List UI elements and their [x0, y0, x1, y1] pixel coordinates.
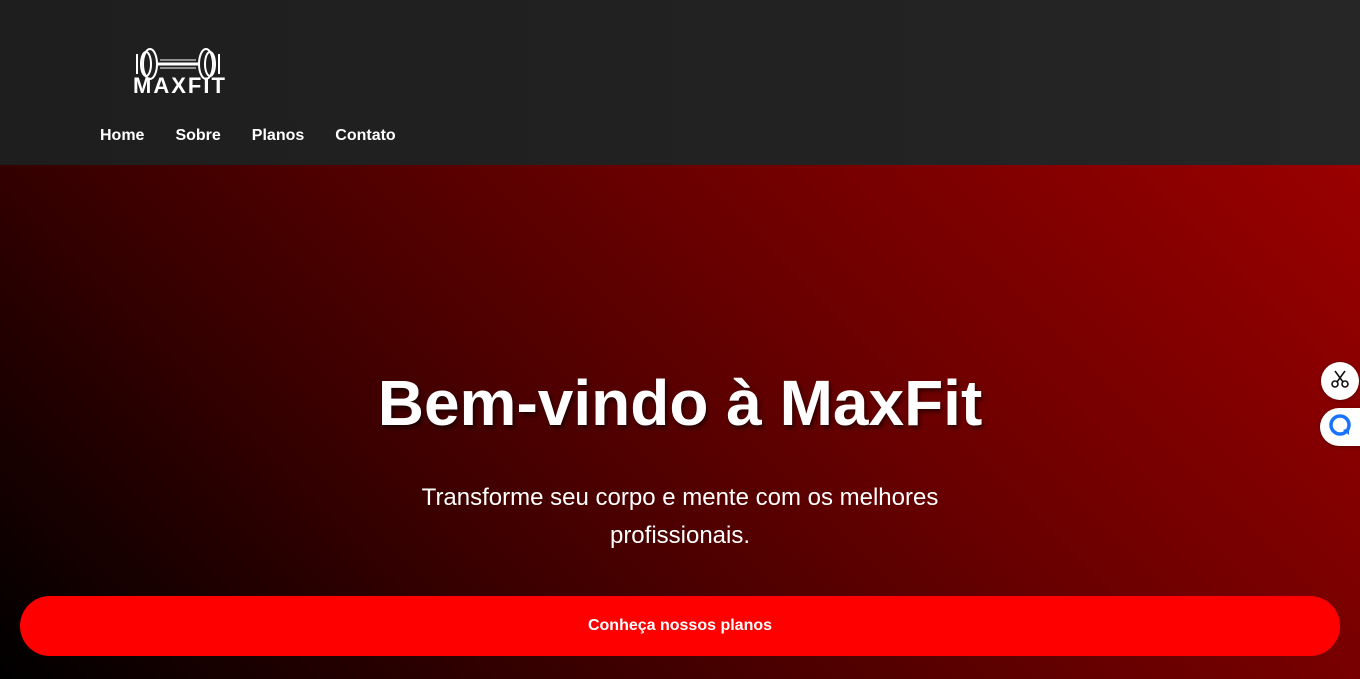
- nav-contato-link[interactable]: Contato: [335, 126, 395, 146]
- hero-subtitle: Transforme seu corpo e mente com os melh…: [421, 484, 939, 549]
- hero-title: Bem-vindo à MaxFit: [377, 367, 983, 439]
- nav-home-link[interactable]: Home: [100, 126, 144, 146]
- logo-wordmark: MAXFIT: [133, 73, 227, 96]
- main-nav: Home Sobre Planos Contato: [100, 126, 427, 146]
- nav-planos-link[interactable]: Planos: [252, 126, 304, 146]
- scissors-icon: [1330, 369, 1350, 394]
- scissors-tool-button[interactable]: [1321, 362, 1359, 400]
- hero-section: Bem-vindo à MaxFit Transforme seu corpo …: [0, 165, 1360, 679]
- chat-tool-button[interactable]: [1320, 408, 1360, 446]
- chat-bubble-icon: [1328, 413, 1352, 442]
- nav-sobre-link[interactable]: Sobre: [175, 126, 220, 146]
- plans-cta-button[interactable]: Conheça nossos planos: [20, 596, 1340, 656]
- maxfit-logo[interactable]: MAXFIT: [128, 44, 236, 98]
- site-header: MAXFIT Home Sobre Planos Contato: [0, 0, 1360, 165]
